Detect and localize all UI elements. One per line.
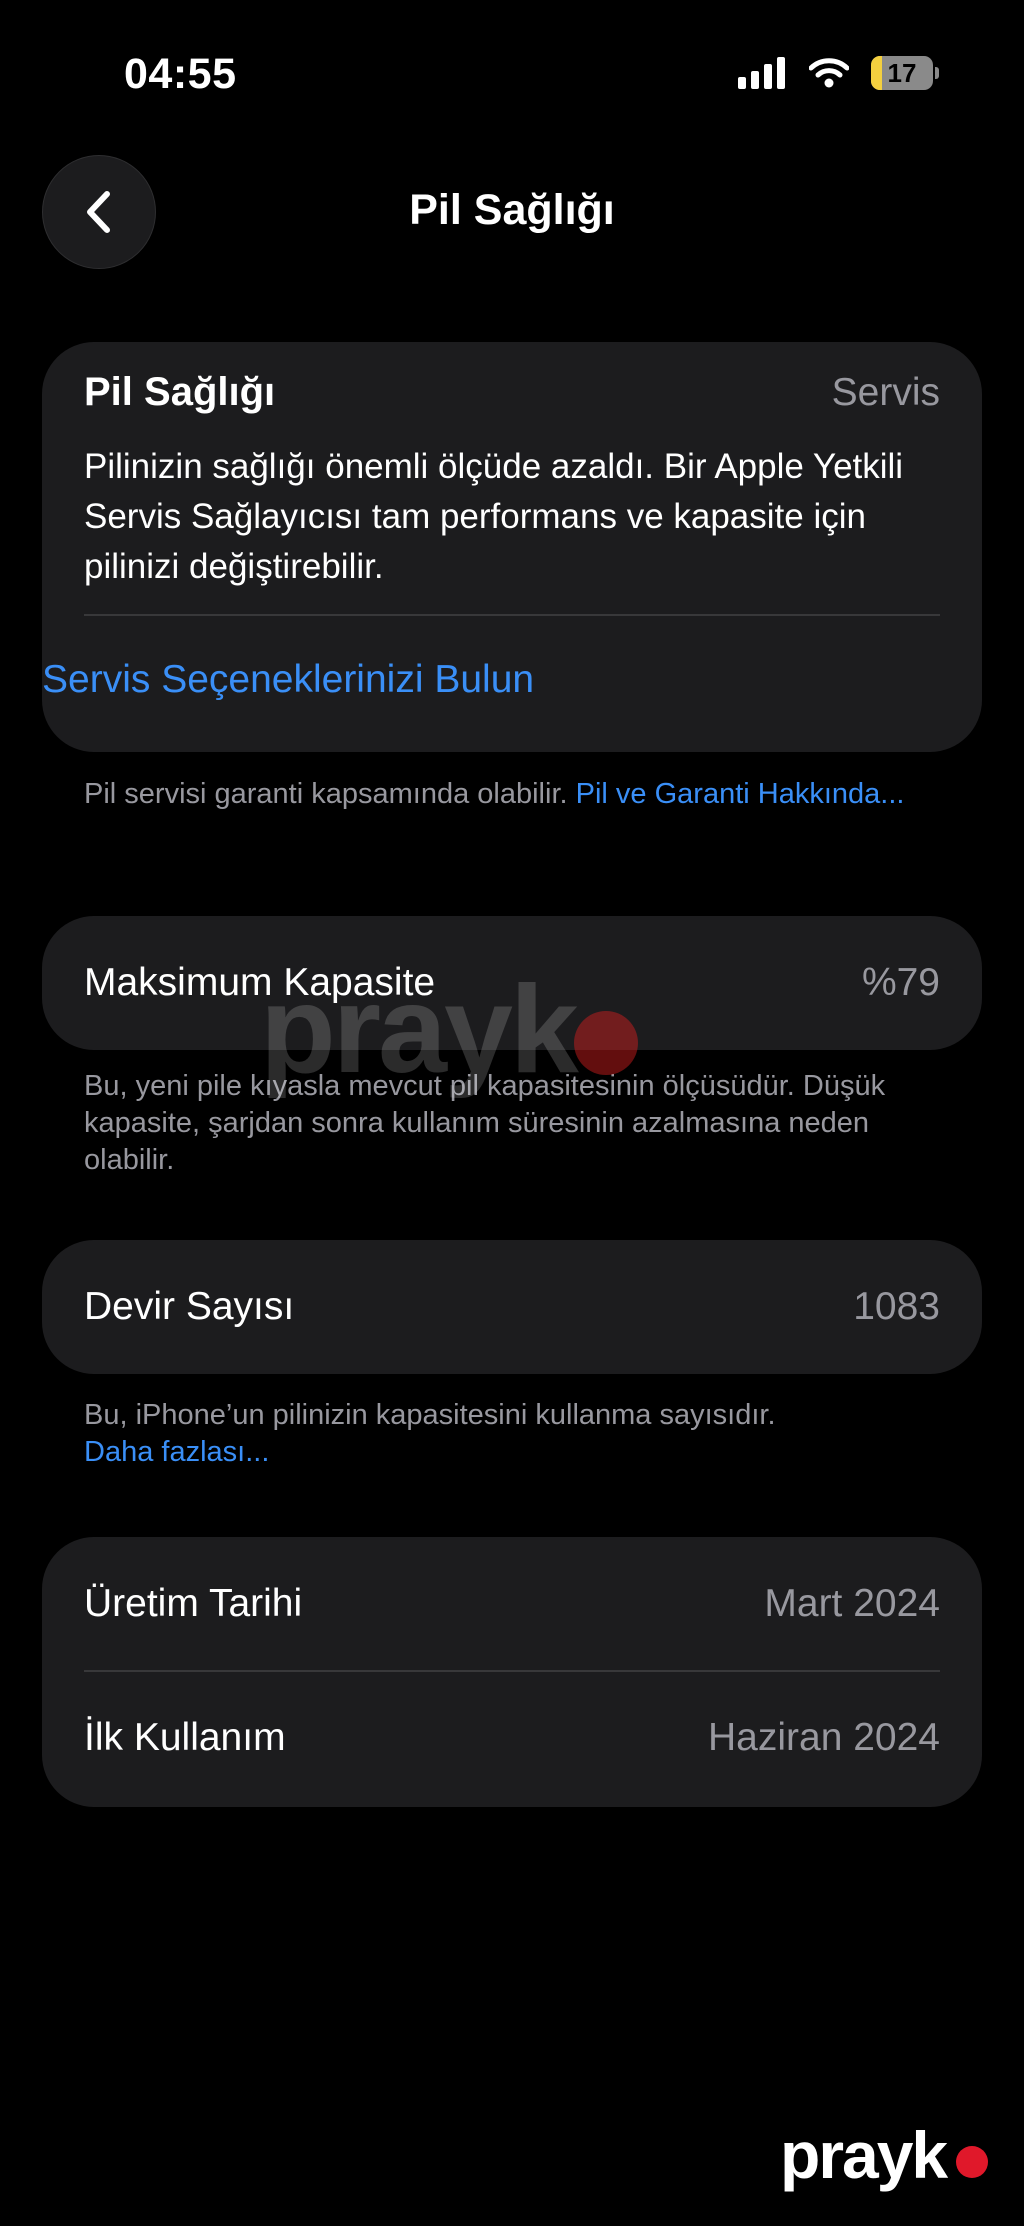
battery-health-title: Pil Sağlığı	[84, 370, 276, 414]
cycle-count-footnote-text: Bu, iPhone’un pilinizin kapasitesini kul…	[84, 1399, 776, 1431]
watermark-dot-corner	[956, 2146, 988, 2178]
first-use-value: Haziran 2024	[708, 1716, 940, 1759]
battery-health-footnote-text: Pil servisi garanti kapsamında olabilir.	[84, 778, 576, 810]
dates-card: Üretim Tarihi Mart 2024 İlk Kullanım Haz…	[42, 1537, 982, 1807]
dates-divider	[84, 1670, 940, 1672]
card-divider	[84, 614, 940, 616]
manufacture-date-row: Üretim Tarihi Mart 2024	[42, 1537, 982, 1671]
page-title: Pil Sağlığı	[409, 186, 615, 234]
learn-more-link[interactable]: Daha fazlası...	[84, 1436, 269, 1468]
battery-health-status: Servis	[831, 370, 940, 414]
watermark-logo-corner: prayk	[780, 2118, 948, 2192]
watermark-logo-center: prayk	[260, 961, 579, 1099]
battery-icon: 17	[871, 56, 939, 90]
battery-health-screen: 04:55 17 Pil Sağlığı Pil Sağlığı Servis …	[0, 0, 1024, 2226]
cycle-count-value: 1083	[853, 1285, 940, 1328]
battery-level-text: 17	[887, 58, 917, 88]
cycle-count-footnote: Bu, iPhone’un pilinizin kapasitesini kul…	[84, 1397, 914, 1471]
first-use-row: İlk Kullanım Haziran 2024	[42, 1671, 982, 1805]
manufacture-date-label: Üretim Tarihi	[84, 1582, 303, 1625]
watermark-dot-center	[574, 1011, 638, 1075]
battery-warranty-link[interactable]: Pil ve Garanti Hakkında...	[576, 778, 905, 810]
battery-health-footnote: Pil servisi garanti kapsamında olabilir.…	[84, 776, 914, 813]
find-service-options-link[interactable]: Servis Seçeneklerinizi Bulun	[42, 658, 534, 702]
status-icons: 17	[738, 56, 939, 90]
wifi-icon	[809, 58, 849, 88]
status-time: 04:55	[124, 50, 237, 98]
cycle-count-label: Devir Sayısı	[84, 1285, 295, 1328]
battery-health-description: Pilinizin sağlığı önemli ölçüde azaldı. …	[84, 447, 904, 586]
cellular-signal-icon	[738, 57, 785, 89]
first-use-label: İlk Kullanım	[84, 1716, 286, 1759]
cycle-count-card: Devir Sayısı 1083	[42, 1240, 982, 1374]
manufacture-date-value: Mart 2024	[764, 1582, 940, 1625]
max-capacity-value: %79	[861, 961, 940, 1004]
